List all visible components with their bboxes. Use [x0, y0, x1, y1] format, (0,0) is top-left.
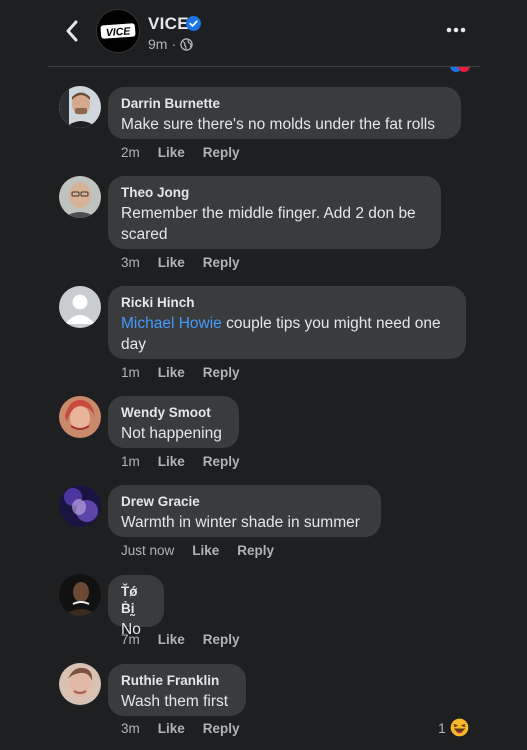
- post-meta: 9m ·: [148, 36, 193, 52]
- more-options-button[interactable]: [444, 20, 468, 40]
- comment-bubble[interactable]: Darrin Burnette Make sure there's no mol…: [108, 87, 461, 139]
- globe-icon: [180, 37, 193, 51]
- more-dots-icon: [446, 27, 466, 33]
- page-name[interactable]: VICE: [148, 14, 189, 34]
- comment-author[interactable]: Wendy Smoot: [121, 404, 226, 421]
- comment-actions: 7m Like Reply: [121, 632, 258, 647]
- comment-time[interactable]: 1m: [121, 454, 140, 469]
- avatar[interactable]: [59, 485, 101, 527]
- laughing-emoji-icon: [449, 717, 470, 738]
- comment-bubble[interactable]: Drew Gracie Warmth in winter shade in su…: [108, 485, 381, 537]
- comment-time[interactable]: 7m: [121, 632, 140, 647]
- reply-button[interactable]: Reply: [203, 145, 240, 160]
- meta-separator: ·: [171, 36, 177, 52]
- reply-button[interactable]: Reply: [203, 632, 240, 647]
- comment-author[interactable]: Theo Jong: [121, 184, 428, 201]
- comment-actions: 2m Like Reply: [121, 145, 258, 160]
- comment-time[interactable]: 1m: [121, 365, 140, 380]
- comment-author[interactable]: Ruthie Franklin: [121, 672, 233, 689]
- reply-button[interactable]: Reply: [203, 721, 240, 736]
- reaction-summary[interactable]: 1: [438, 717, 470, 738]
- like-button[interactable]: Like: [158, 632, 185, 647]
- comment-time[interactable]: 3m: [121, 255, 140, 270]
- mention-link[interactable]: Michael Howie: [121, 315, 222, 332]
- like-button[interactable]: Like: [158, 145, 185, 160]
- comment-text: Make sure there's no molds under the fat…: [121, 116, 435, 133]
- vice-logo: VICE: [97, 10, 139, 52]
- comment-author[interactable]: Ťǿ Ḃḭ: [121, 583, 151, 617]
- avatar[interactable]: [59, 396, 101, 438]
- comment-text: Not happening: [121, 425, 222, 442]
- like-button[interactable]: Like: [158, 721, 185, 736]
- avatar[interactable]: [59, 176, 101, 218]
- back-button[interactable]: [60, 18, 84, 44]
- reply-button[interactable]: Reply: [203, 454, 240, 469]
- comment-bubble[interactable]: Theo Jong Remember the middle finger. Ad…: [108, 176, 441, 249]
- vice-logo-text: VICE: [105, 25, 131, 39]
- reply-button[interactable]: Reply: [237, 543, 274, 558]
- verified-badge-icon: [186, 16, 201, 31]
- reply-button[interactable]: Reply: [203, 255, 240, 270]
- comment-time[interactable]: 2m: [121, 145, 140, 160]
- like-button[interactable]: Like: [158, 454, 185, 469]
- comment-text: Remember the middle finger. Add 2 don be…: [121, 205, 416, 243]
- comment-text: Michael Howie couple tips you might need…: [121, 313, 453, 355]
- avatar[interactable]: [59, 86, 101, 128]
- reaction-count: 1: [438, 719, 446, 736]
- comment-bubble[interactable]: Ťǿ Ḃḭ No: [108, 575, 164, 638]
- comment-time[interactable]: Just now: [121, 543, 174, 558]
- comment-actions: 3m Like Reply: [121, 255, 258, 270]
- default-avatar-icon: [59, 286, 101, 328]
- like-button[interactable]: Like: [192, 543, 219, 558]
- page-avatar[interactable]: VICE: [96, 9, 140, 53]
- avatar[interactable]: [59, 574, 101, 616]
- header-divider: [48, 66, 480, 67]
- comment-text: Warmth in winter shade in summer: [121, 514, 360, 531]
- comment-bubble[interactable]: Ruthie Franklin Wash them first: [108, 664, 246, 716]
- comment-actions: 3m Like Reply: [121, 721, 258, 736]
- comment-actions: 1m Like Reply: [121, 365, 258, 380]
- comment-author[interactable]: Darrin Burnette: [121, 95, 448, 112]
- comment-actions: Just now Like Reply: [121, 543, 292, 558]
- avatar[interactable]: [59, 663, 101, 705]
- avatar[interactable]: [59, 286, 101, 328]
- post-header: VICE VICE 9m ·: [0, 0, 527, 66]
- comment-author[interactable]: Drew Gracie: [121, 493, 368, 510]
- comment-actions: 1m Like Reply: [121, 454, 258, 469]
- comment-bubble[interactable]: Wendy Smoot Not happening: [108, 396, 239, 448]
- comment-text: Wash them first: [121, 693, 229, 710]
- comment-time[interactable]: 3m: [121, 721, 140, 736]
- post-time[interactable]: 9m: [148, 36, 167, 52]
- chevron-left-icon: [66, 20, 78, 42]
- reply-button[interactable]: Reply: [203, 365, 240, 380]
- comment-bubble[interactable]: Ricki Hinch Michael Howie couple tips yo…: [108, 286, 466, 359]
- like-button[interactable]: Like: [158, 365, 185, 380]
- like-button[interactable]: Like: [158, 255, 185, 270]
- comments-screen: VICE VICE 9m · Darrin Burnette Make sure…: [0, 0, 527, 750]
- comment-author[interactable]: Ricki Hinch: [121, 294, 453, 311]
